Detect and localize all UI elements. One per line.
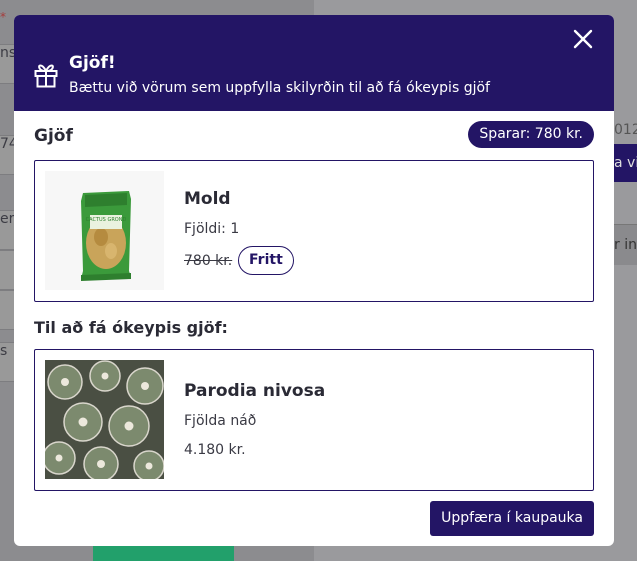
background-fragment: r inn (614, 224, 637, 265)
requirement-title: Til að fá ókeypis gjöf: (34, 318, 228, 337)
modal-subtitle: Bættu við vörum sem uppfylla skilyrðin t… (69, 80, 490, 96)
modal-header: Gjöf! Bættu við vörum sem uppfylla skily… (14, 15, 614, 111)
background-row: er (0, 210, 14, 250)
gift-item-card: CACTUS GROND Mold Fjöldi: 1 780 kr. Frit… (34, 160, 594, 302)
cactus-image (45, 360, 164, 479)
required-asterisk: * (0, 10, 6, 24)
gift-section-header: Gjöf Sparar: 780 kr. (34, 121, 594, 151)
modal-title: Gjöf! (69, 53, 116, 73)
required-item-card: Parodia nivosa Fjölda náð 4.180 kr. (34, 349, 594, 491)
background-row: ns (0, 44, 14, 84)
background-row (0, 290, 14, 330)
gift-item-old-price: 780 kr. (184, 253, 233, 269)
gift-item-quantity: Fjöldi: 1 (184, 221, 240, 237)
background-row: s (0, 342, 14, 382)
section-title: Gjöf (34, 126, 73, 146)
background-fragment: 012 (614, 122, 637, 138)
required-item-price: 4.180 kr. (184, 442, 246, 458)
free-badge: Fritt (238, 246, 294, 275)
gift-modal: Gjöf! Bættu við vörum sem uppfylla skily… (14, 15, 614, 546)
required-item-status: Fjölda náð (184, 413, 257, 429)
background-button-fragment: a við (614, 144, 637, 182)
background-row: 74 (0, 135, 14, 175)
update-cart-button[interactable]: Uppfæra í kaupauka (430, 501, 594, 536)
gift-icon (34, 64, 58, 88)
close-icon[interactable] (572, 28, 594, 50)
background-row (0, 250, 14, 290)
package-label: CACTUS GROND (86, 217, 127, 223)
gift-item-name: Mold (184, 189, 231, 209)
soil-bag-image: CACTUS GROND (45, 171, 164, 290)
savings-badge: Sparar: 780 kr. (468, 121, 594, 148)
required-item-name: Parodia nivosa (184, 381, 326, 401)
